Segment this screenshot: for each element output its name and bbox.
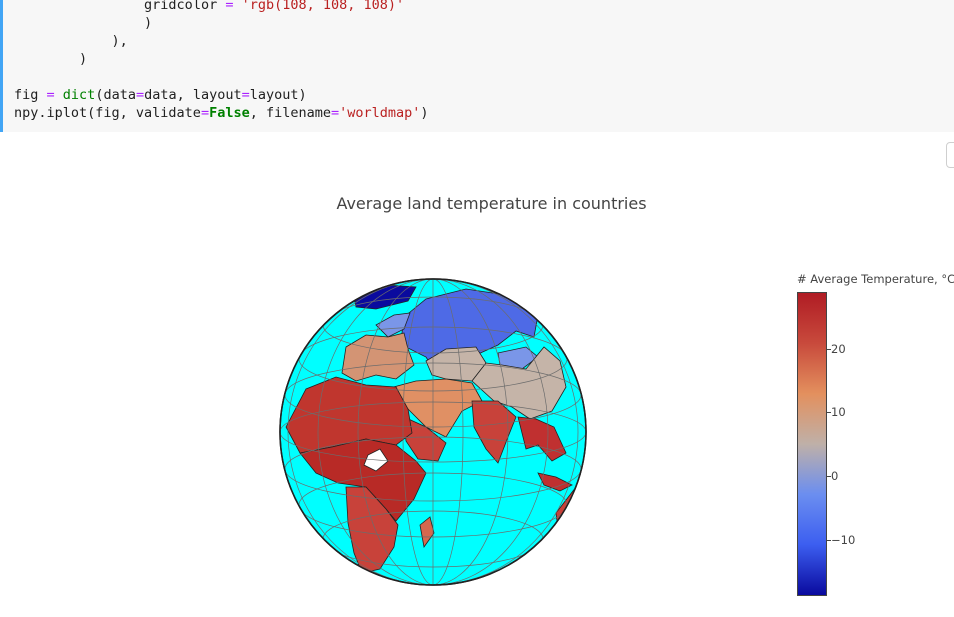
colorbar (797, 292, 827, 596)
plotly-output[interactable]: Average land temperature in countries # … (0, 132, 954, 617)
colorbar-tick-label: −10 (831, 533, 856, 547)
code-line: ), (14, 33, 128, 49)
plot-title: Average land temperature in countries (336, 194, 647, 213)
code-line: gridcolor = 'rgb(108, 108, 108)' (144, 0, 405, 13)
colorbar-tick-label: 0 (831, 469, 839, 483)
colorbar-tick-label: 20 (831, 342, 846, 356)
code-line: ) (14, 15, 153, 31)
code-line: fig = dict(data=data, layout=layout) (14, 87, 307, 103)
code-line: ) (14, 51, 88, 67)
globe-map[interactable] (276, 277, 591, 592)
code-line: npy.iplot(fig, validate=False, filename=… (14, 105, 429, 121)
code-cell[interactable]: gridcolor = 'rgb(108, 108, 108)' ) ), ) … (0, 0, 954, 132)
colorbar-tick-label: 10 (831, 405, 846, 419)
colorbar-title: # Average Temperature, °C (797, 272, 954, 286)
